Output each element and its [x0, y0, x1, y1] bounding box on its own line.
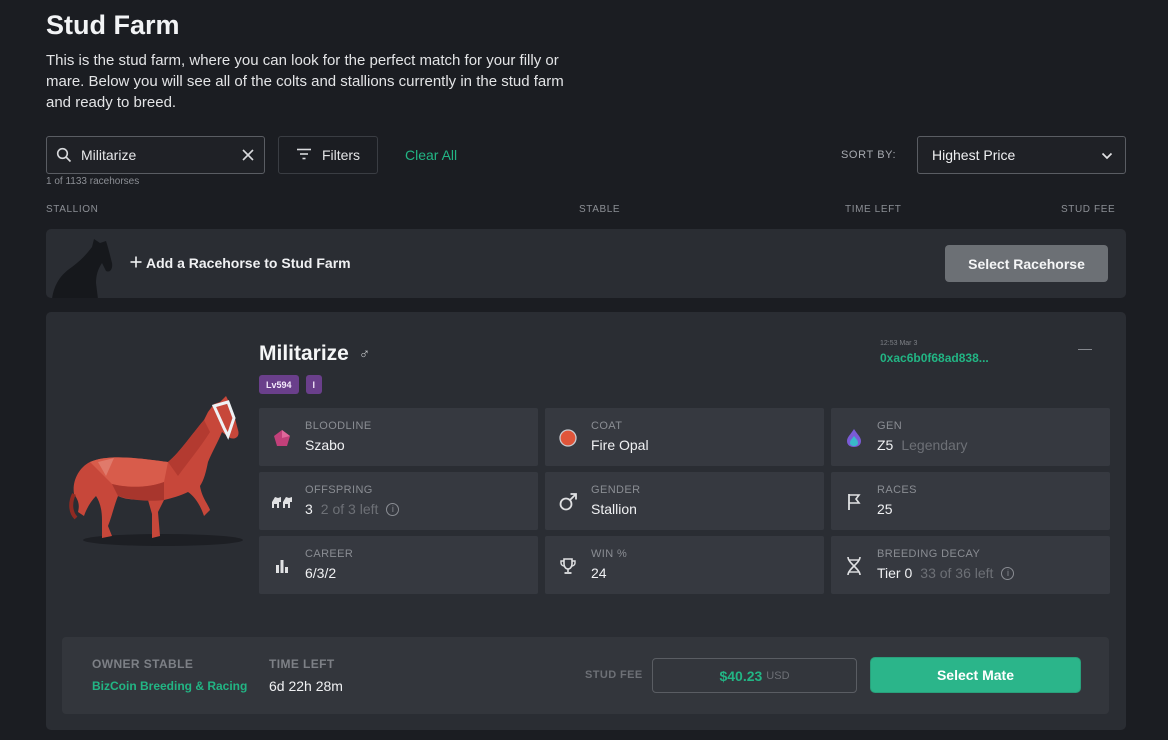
filter-icon — [296, 147, 312, 163]
dna-icon — [843, 556, 865, 576]
bloodline-value: Szabo — [305, 437, 345, 453]
decay-value: Tier 0 — [877, 565, 913, 581]
stat-value: Tier 0 33 of 36 left i — [877, 565, 1015, 581]
horse-silhouette-icon — [50, 233, 116, 298]
gen-value: Z5 — [877, 437, 894, 453]
offspring-icon — [271, 492, 293, 512]
races-value: 25 — [877, 501, 893, 517]
coat-value: Fire Opal — [591, 437, 649, 453]
sort-label: SORT BY: — [841, 149, 897, 161]
stat-bloodline: BLOODLINE Szabo — [259, 408, 538, 466]
add-racehorse-link[interactable]: Add a Racehorse to Stud Farm — [130, 255, 351, 271]
stat-gender: GENDER Stallion — [545, 472, 824, 530]
stud-fee-currency: USD — [766, 669, 790, 682]
time-left-label: TIME LEFT — [269, 657, 335, 671]
stat-label: WIN % — [591, 548, 628, 560]
sort-select[interactable]: Highest Price — [917, 136, 1126, 174]
win-value: 24 — [591, 565, 607, 581]
male-icon: ♂ — [358, 345, 371, 363]
stat-races: RACES 25 — [831, 472, 1110, 530]
stat-gen: GEN Z5 Legendary — [831, 408, 1110, 466]
select-racehorse-button[interactable]: Select Racehorse — [945, 245, 1108, 282]
gen-sub: Legendary — [901, 437, 968, 453]
column-stable: STABLE — [579, 204, 621, 215]
stat-breeding-decay: BREEDING DECAY Tier 0 33 of 36 left i — [831, 536, 1110, 594]
stat-win: WIN % 24 — [545, 536, 824, 594]
info-icon[interactable]: i — [1001, 566, 1015, 580]
stat-value: Fire Opal — [591, 437, 649, 453]
stat-value: 3 2 of 3 left i — [305, 501, 400, 517]
horse-name-row: Militarize ♂ — [259, 342, 370, 366]
horse-image — [68, 392, 258, 557]
career-value: 6/3/2 — [305, 565, 337, 581]
stat-value: Stallion — [591, 501, 637, 517]
add-racehorse-label: Add a Racehorse to Stud Farm — [146, 255, 351, 271]
gen-flame-icon — [843, 428, 865, 448]
collapse-icon[interactable]: — — [1078, 340, 1092, 356]
stat-coat: COAT Fire Opal — [545, 408, 824, 466]
select-mate-button[interactable]: Select Mate — [871, 658, 1080, 692]
listing-panel: OWNER STABLE BizCoin Breeding & Racing T… — [62, 637, 1109, 714]
stat-offspring: OFFSPRING 3 2 of 3 left i — [259, 472, 538, 530]
clear-search-icon[interactable] — [232, 149, 264, 161]
add-racehorse-row: Add a Racehorse to Stud Farm Select Race… — [46, 229, 1126, 298]
coat-color-icon — [557, 428, 579, 448]
column-stud-fee: STUD FEE — [1061, 204, 1116, 215]
owner-address-link[interactable]: 0xac6b0f68ad838... — [880, 351, 989, 365]
stat-label: RACES — [877, 484, 917, 496]
stat-career: CAREER 6/3/2 — [259, 536, 538, 594]
listing-timestamp: 12:53 Mar 3 — [880, 340, 918, 347]
page-intro: This is the stud farm, where you can loo… — [46, 52, 564, 111]
search-input[interactable] — [81, 147, 232, 163]
stat-value: Z5 Legendary — [877, 437, 968, 453]
owner-stable-label: OWNER STABLE — [92, 657, 194, 671]
bloodline-icon — [271, 428, 293, 448]
stat-value: 25 — [877, 501, 893, 517]
page-title: Stud Farm — [46, 10, 180, 40]
stud-fee-box: $40.23 USD — [652, 658, 857, 693]
stat-label: CAREER — [305, 548, 354, 560]
flag-icon — [843, 492, 865, 512]
bar-chart-icon — [271, 556, 293, 576]
search-icon — [47, 147, 81, 163]
stats-grid: BLOODLINE Szabo COAT Fire Opal GEN Z5 Leg… — [259, 408, 1110, 594]
horse-name: Militarize — [259, 342, 349, 365]
decay-sub: 33 of 36 left — [920, 565, 994, 581]
stat-label: COAT — [591, 420, 623, 432]
gender-value: Stallion — [591, 501, 637, 517]
horse-card: Militarize ♂ Lv594 I 12:53 Mar 3 0xac6b0… — [46, 312, 1126, 730]
stat-value: Szabo — [305, 437, 345, 453]
stat-label: GEN — [877, 420, 903, 432]
info-icon[interactable]: i — [386, 502, 400, 516]
level-badge: Lv594 — [259, 375, 299, 394]
horse-badges: Lv594 I — [259, 375, 323, 394]
stud-fee-amount: $40.23 — [719, 667, 763, 684]
stat-label: GENDER — [591, 484, 641, 496]
column-stallion: STALLION — [46, 204, 99, 215]
offspring-value: 3 — [305, 501, 313, 517]
filters-button[interactable]: Filters — [278, 136, 378, 174]
class-badge: I — [305, 375, 323, 394]
search-field[interactable] — [46, 136, 265, 174]
trophy-icon — [557, 556, 579, 576]
result-count: 1 of 1133 racehorses — [46, 176, 140, 187]
stat-value: 6/3/2 — [305, 565, 336, 581]
stat-label: OFFSPRING — [305, 484, 373, 496]
chevron-down-icon — [1101, 147, 1113, 163]
stat-label: BLOODLINE — [305, 420, 372, 432]
time-left-value: 6d 22h 28m — [269, 678, 343, 694]
filters-label: Filters — [321, 147, 361, 163]
owner-stable-link[interactable]: BizCoin Breeding & Racing — [92, 679, 247, 693]
sort-value: Highest Price — [932, 147, 1016, 163]
offspring-sub: 2 of 3 left — [320, 501, 379, 517]
column-time-left: TIME LEFT — [845, 204, 902, 215]
stat-label: BREEDING DECAY — [877, 548, 981, 560]
stud-fee-label: STUD FEE — [585, 669, 643, 681]
clear-all-link[interactable]: Clear All — [405, 147, 457, 163]
stat-value: 24 — [591, 565, 607, 581]
male-gender-icon — [557, 492, 579, 512]
plus-icon — [130, 255, 142, 271]
